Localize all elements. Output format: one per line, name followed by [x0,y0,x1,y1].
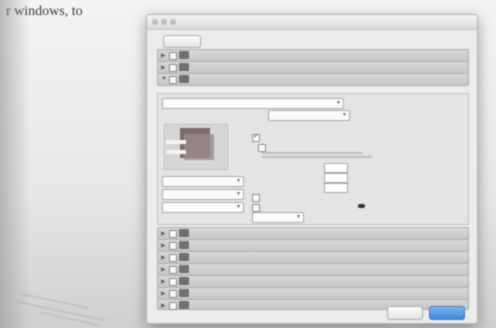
chevron-down-icon: ▼ [336,100,341,106]
disclosure-triangle-icon[interactable]: ▼ [161,76,167,82]
image-icon [179,289,189,297]
image-icon [179,241,189,249]
disclosure-triangle-icon[interactable]: ▶ [161,266,166,273]
section-checkbox[interactable] [169,290,177,298]
chevron-down-icon: ▼ [236,178,241,184]
close-window-icon[interactable] [152,19,158,25]
option-select[interactable]: ▼ [252,212,304,223]
disclosure-triangle-icon[interactable]: ▶ [161,52,166,59]
description-line [262,156,372,158]
preview-thumbnail-icon [164,124,228,170]
image-icon [179,229,189,237]
option-checkbox[interactable] [252,194,260,202]
action-select[interactable]: ▼ [268,110,350,121]
image-icon [179,265,189,273]
section-checkbox[interactable] [169,242,177,250]
cancel-button[interactable] [387,306,423,320]
lower-select[interactable]: ▼ [162,176,244,187]
expanded-section-panel: ▼ ▼ ▼ [157,93,469,225]
lower-select[interactable]: ▼ [162,189,244,200]
image-icon [179,63,189,71]
preset-select[interactable]: ▼ [162,98,344,109]
minimize-window-icon[interactable] [161,19,167,25]
option-checkbox[interactable] [252,132,260,142]
section-checkbox[interactable] [169,278,177,286]
chevron-down-icon: ▼ [296,214,301,220]
chevron-down-icon: ▼ [342,112,347,118]
chevron-down-icon: ▼ [236,204,241,210]
background-ghost-line [20,292,90,310]
zoom-window-icon[interactable] [170,19,176,25]
disclosure-triangle-icon[interactable]: ▶ [161,64,166,71]
disclosure-triangle-icon[interactable]: ▶ [161,230,166,237]
color-swatch[interactable] [358,204,365,208]
chevron-down-icon: ▼ [236,191,241,197]
section-checkbox[interactable] [169,254,177,262]
field-input[interactable] [324,163,348,173]
disclosure-triangle-icon[interactable]: ▶ [161,278,166,285]
section-row[interactable]: ▼ [157,73,469,86]
title-bar[interactable] [147,15,477,30]
section-checkbox[interactable] [169,76,177,84]
image-icon [179,51,189,59]
ok-button[interactable] [429,306,465,320]
disclosure-triangle-icon[interactable]: ▶ [161,242,166,249]
section-checkbox[interactable] [169,64,177,72]
image-icon [179,75,189,83]
toolbar-left-button[interactable] [163,35,201,48]
image-icon [179,253,189,261]
disclosure-triangle-icon[interactable]: ▶ [161,290,166,297]
left-edge-shadow [0,0,30,328]
field-input[interactable] [324,183,348,193]
lower-select[interactable]: ▼ [162,202,244,213]
description-line [262,152,362,154]
option-checkbox[interactable] [258,144,266,152]
dialog-footer [147,303,477,323]
section-checkbox[interactable] [169,52,177,60]
option-checkbox[interactable] [252,204,260,212]
dialog-window: ▶ ▶ ▼ ▼ ▼ ✓ ▼ ▼ ▼ ▼ ▶ ▶ ▶ ▶ ▶ ▶ ▶ [146,14,478,324]
image-icon [179,277,189,285]
section-checkbox[interactable] [169,266,177,274]
section-checkbox[interactable] [169,230,177,238]
field-input[interactable] [324,173,348,183]
disclosure-triangle-icon[interactable]: ▶ [161,254,166,261]
